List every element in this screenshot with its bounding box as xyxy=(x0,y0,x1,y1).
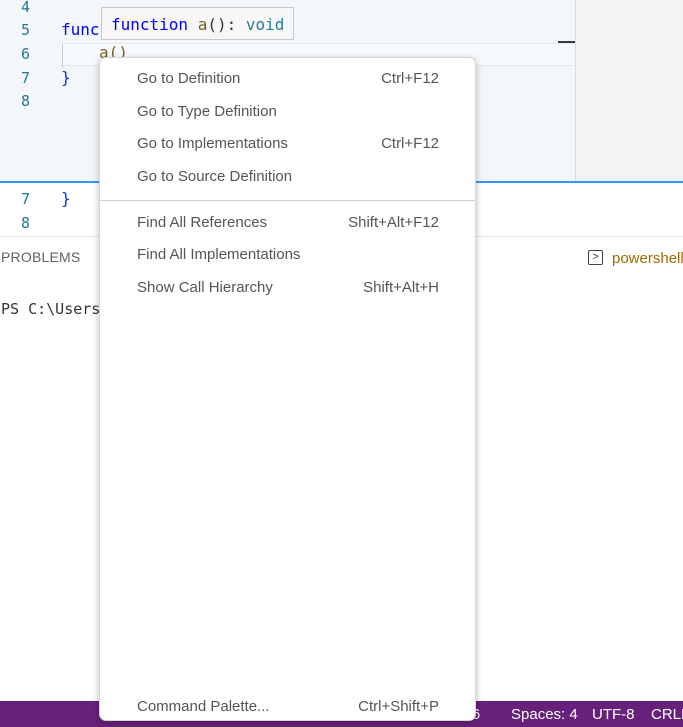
status-encoding[interactable]: UTF-8 xyxy=(592,706,635,723)
line-number: 5 xyxy=(20,21,30,39)
scrollbar-marker xyxy=(558,41,575,43)
status-indentation[interactable]: Spaces: 4 xyxy=(511,706,578,723)
line-number: 8 xyxy=(20,214,30,232)
terminal-icon[interactable]: > xyxy=(588,250,603,265)
terminal-selector[interactable]: powershell xyxy=(612,250,683,267)
menu-item-shortcut: Shift+Alt+F12 xyxy=(348,214,439,231)
line-number: 7 xyxy=(20,69,30,87)
menu-item-label: Show Call Hierarchy xyxy=(137,279,273,296)
code-brace[interactable]: } xyxy=(61,189,71,208)
menu-item-label: Command Palette... xyxy=(137,698,270,715)
menu-item-shortcut: Ctrl+Shift+P xyxy=(358,698,439,715)
menu-separator xyxy=(100,200,475,201)
menu-item-shortcut: Ctrl+F12 xyxy=(381,70,439,87)
menu-item-label: Go to Type Definition xyxy=(137,103,277,120)
menu-bottom-strip: Command Palette... Ctrl+Shift+P xyxy=(100,696,475,720)
menu-occluded-region xyxy=(100,299,475,696)
menu-item-command-palette[interactable]: Command Palette... Ctrl+Shift+P xyxy=(100,696,475,720)
menu-item-find-all-references[interactable]: Find All References Shift+Alt+F12 xyxy=(100,209,475,239)
line-number: 6 xyxy=(20,45,30,63)
hover-signature: function a(): void xyxy=(111,15,285,34)
menu-item-label: Go to Source Definition xyxy=(137,168,293,185)
indent-guide xyxy=(62,44,63,68)
tab-problems[interactable]: PROBLEMS xyxy=(1,249,80,265)
status-eol[interactable]: CRLF xyxy=(651,706,683,723)
menu-item-label: Find All Implementations xyxy=(137,246,301,263)
menu-item-go-to-implementations[interactable]: Go to Implementations Ctrl+F12 xyxy=(100,130,475,160)
menu-item-label: Go to Definition xyxy=(137,70,241,87)
menu-item-find-all-implementations[interactable]: Find All Implementations xyxy=(100,241,475,271)
line-number: 8 xyxy=(20,92,30,110)
menu-item-go-to-definition[interactable]: Go to Definition Ctrl+F12 xyxy=(100,65,475,95)
code-brace[interactable]: } xyxy=(61,68,71,87)
menu-item-label: Find All References xyxy=(137,214,268,231)
line-number: 4 xyxy=(20,0,30,16)
menu-item-go-to-type-definition[interactable]: Go to Type Definition xyxy=(100,98,475,128)
hover-tooltip: function a(): void xyxy=(101,7,294,40)
menu-item-label: Go to Implementations xyxy=(137,135,288,152)
menu-item-go-to-source-definition[interactable]: Go to Source Definition xyxy=(100,163,475,193)
peek-references-pane[interactable] xyxy=(575,0,683,181)
menu-item-shortcut: Ctrl+F12 xyxy=(381,135,439,152)
line-number: 7 xyxy=(20,190,30,208)
context-menu: Go to Definition Ctrl+F12 Go to Type Def… xyxy=(99,57,476,721)
code-keyword[interactable]: func xyxy=(61,20,100,39)
menu-item-shortcut: Shift+Alt+H xyxy=(363,279,439,296)
